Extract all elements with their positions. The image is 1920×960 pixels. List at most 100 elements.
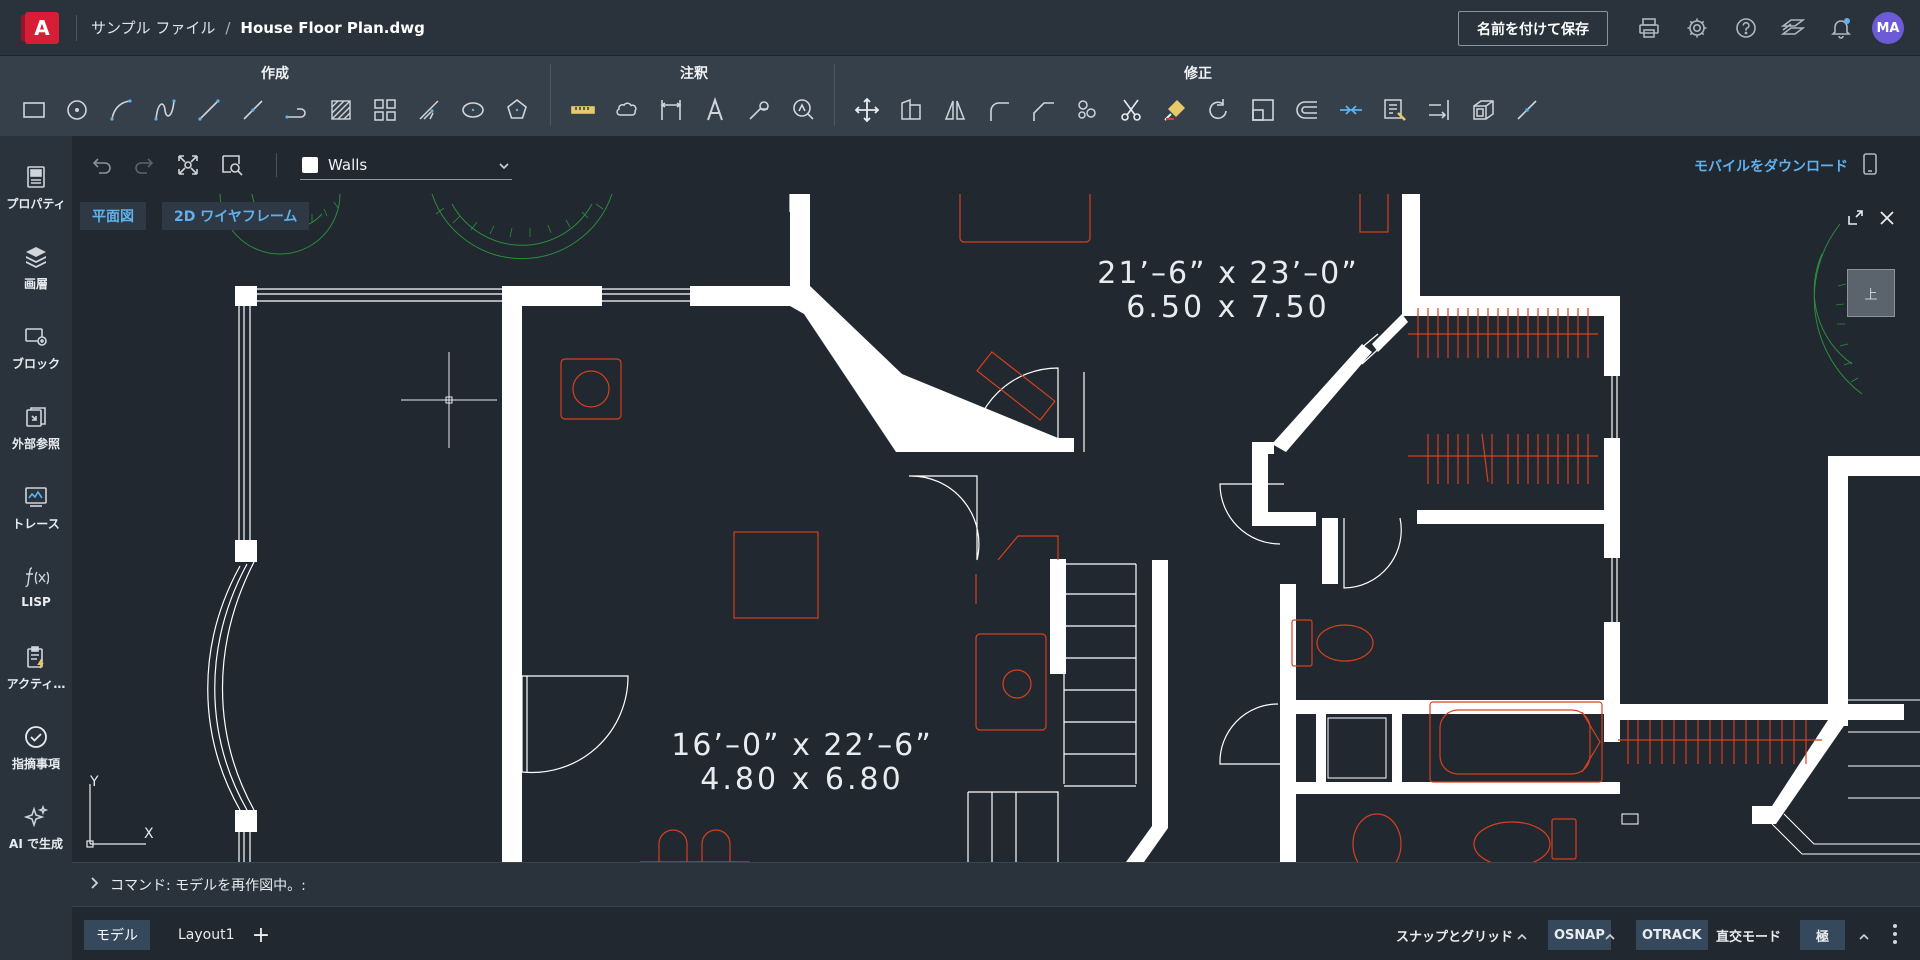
- mirror-icon[interactable]: [937, 92, 973, 128]
- line-icon[interactable]: [191, 92, 227, 128]
- leader-icon[interactable]: [741, 92, 777, 128]
- copy-icon[interactable]: [893, 92, 929, 128]
- ribbon-group-create-title: 作成: [261, 66, 289, 82]
- tab-model[interactable]: モデル: [84, 920, 150, 950]
- move-icon[interactable]: [849, 92, 885, 128]
- layer-color-swatch: [302, 156, 318, 173]
- add-layout-icon[interactable]: +: [246, 920, 276, 950]
- spline-icon[interactable]: [147, 92, 183, 128]
- osnap-toggle[interactable]: OSNAP: [1548, 920, 1611, 950]
- command-line[interactable]: コマンド: モデルを再作図中。:: [72, 862, 1920, 906]
- block-icon: [23, 324, 49, 350]
- ellipse-icon[interactable]: [455, 92, 491, 128]
- sidebar-item-xref[interactable]: 外部参照: [0, 392, 72, 464]
- sidebar-item-lisp[interactable]: LISP: [0, 552, 72, 624]
- room-size-imperial: 16’–0” x 22’–6”: [671, 728, 933, 763]
- trim-icon[interactable]: [411, 92, 447, 128]
- scale-icon[interactable]: [1245, 92, 1281, 128]
- logo-letter: A: [34, 15, 50, 40]
- sidebar-item-block[interactable]: ブロック: [0, 312, 72, 384]
- rectangle-icon[interactable]: [16, 92, 52, 128]
- dimension-icon[interactable]: [653, 92, 689, 128]
- autocad-web-app: A サンプル ファイル / House Floor Plan.dwg 名前を付け…: [0, 0, 1920, 960]
- hatch-icon[interactable]: [323, 92, 359, 128]
- chevron-up-icon[interactable]: [1604, 927, 1616, 946]
- trace-icon: [23, 484, 49, 510]
- 3d-box-icon[interactable]: [1465, 92, 1501, 128]
- chevron-right-icon[interactable]: [90, 875, 100, 894]
- layer-dropdown[interactable]: Walls: [300, 150, 512, 180]
- sidebar-label: ブロック: [11, 357, 60, 371]
- zoom-window-icon[interactable]: [218, 151, 246, 179]
- layer-name: Walls: [328, 155, 368, 174]
- block-editor-icon[interactable]: [1377, 92, 1413, 128]
- match-properties-icon[interactable]: [1157, 92, 1193, 128]
- mobile-phone-icon[interactable]: [1862, 152, 1878, 180]
- chamfer-icon[interactable]: [1025, 92, 1061, 128]
- close-icon[interactable]: [1876, 207, 1898, 229]
- snap-grid-toggle[interactable]: スナップとグリッド: [1396, 920, 1513, 950]
- layers-icon: [23, 244, 49, 270]
- zoom-extents-icon[interactable]: [174, 151, 202, 179]
- sidebar-item-trace[interactable]: トレース: [0, 472, 72, 544]
- explode-icon[interactable]: [1509, 92, 1545, 128]
- view-tab-plan[interactable]: 平面図: [80, 202, 146, 230]
- sidebar-item-properties[interactable]: プロパティ: [0, 152, 72, 224]
- user-avatar[interactable]: MA: [1872, 12, 1904, 44]
- polyline-icon[interactable]: [235, 92, 271, 128]
- view-tab-visual-style[interactable]: 2D ワイヤフレーム: [162, 202, 310, 230]
- join-icon[interactable]: [1333, 92, 1369, 128]
- autocad-logo[interactable]: A: [21, 11, 59, 44]
- ribbon-group-modify-title: 修正: [1184, 66, 1212, 82]
- sidebar-item-issues[interactable]: 指摘事項: [0, 712, 72, 784]
- arc-icon[interactable]: [103, 92, 139, 128]
- text-icon[interactable]: [697, 92, 733, 128]
- breadcrumb-folder[interactable]: サンプル ファイル: [91, 17, 215, 38]
- group-icon[interactable]: [1069, 92, 1105, 128]
- sidebar-item-ai-generate[interactable]: AI で生成: [0, 792, 72, 864]
- extend-icon[interactable]: [1421, 92, 1457, 128]
- ribbon-group-annotate-title: 注釈: [680, 66, 708, 82]
- sidebar-item-activity[interactable]: アクティ…: [0, 632, 72, 704]
- toolrow-divider: [276, 153, 277, 177]
- bell-icon[interactable]: [1828, 15, 1854, 41]
- sidebar-label: 指摘事項: [11, 757, 60, 771]
- otrack-toggle[interactable]: OTRACK: [1636, 920, 1708, 950]
- chevron-up-icon[interactable]: [1516, 927, 1528, 946]
- save-as-button[interactable]: 名前を付けて保存: [1458, 11, 1608, 46]
- tab-layout1[interactable]: Layout1: [166, 920, 247, 950]
- download-mobile-link[interactable]: モバイルをダウンロード: [1694, 156, 1848, 176]
- chevron-down-icon: [498, 157, 510, 176]
- left-sidebar: プロパティ 画層 ブロック 外部参照 トレース LISP アクティ… 指摘事項: [0, 136, 72, 960]
- sidebar-label: AI で生成: [9, 837, 63, 851]
- ucs-y-label: Y: [90, 774, 99, 790]
- ortho-toggle[interactable]: 直交モード: [1716, 920, 1781, 950]
- ribbon-toolbar: 作成 注釈 修正: [0, 56, 1920, 136]
- expand-icon[interactable]: [1844, 207, 1866, 229]
- chevron-up-icon[interactable]: [1858, 927, 1870, 946]
- drawing-canvas[interactable]: 16’–0” x 22’–6” 4.80 x 6.80 21’–6” x 23’…: [72, 194, 1920, 862]
- revision-cloud-icon[interactable]: [609, 92, 645, 128]
- more-options-icon[interactable]: [1892, 923, 1898, 949]
- drawings-icon[interactable]: [1780, 15, 1806, 41]
- redo-icon[interactable]: [130, 151, 158, 179]
- help-icon[interactable]: [1733, 15, 1759, 41]
- sidebar-item-layers[interactable]: 画層: [0, 232, 72, 304]
- measure-icon[interactable]: [565, 92, 601, 128]
- polar-toggle[interactable]: 極: [1800, 920, 1846, 950]
- view-cube[interactable]: 上: [1847, 269, 1895, 317]
- offset-icon[interactable]: [1289, 92, 1325, 128]
- rotate-icon[interactable]: [1201, 92, 1237, 128]
- array-icon[interactable]: [367, 92, 403, 128]
- polyline-arc-icon[interactable]: [279, 92, 315, 128]
- zoom-icon[interactable]: [785, 92, 821, 128]
- fillet-icon[interactable]: [981, 92, 1017, 128]
- printer-icon[interactable]: [1636, 15, 1662, 41]
- circle-icon[interactable]: [59, 92, 95, 128]
- gear-icon[interactable]: [1684, 15, 1710, 41]
- room-size-metric: 4.80 x 6.80: [700, 762, 904, 797]
- polygon-icon[interactable]: [499, 92, 535, 128]
- breadcrumb-file-name: House Floor Plan.dwg: [240, 18, 425, 37]
- undo-icon[interactable]: [88, 151, 116, 179]
- cut-icon[interactable]: [1113, 92, 1149, 128]
